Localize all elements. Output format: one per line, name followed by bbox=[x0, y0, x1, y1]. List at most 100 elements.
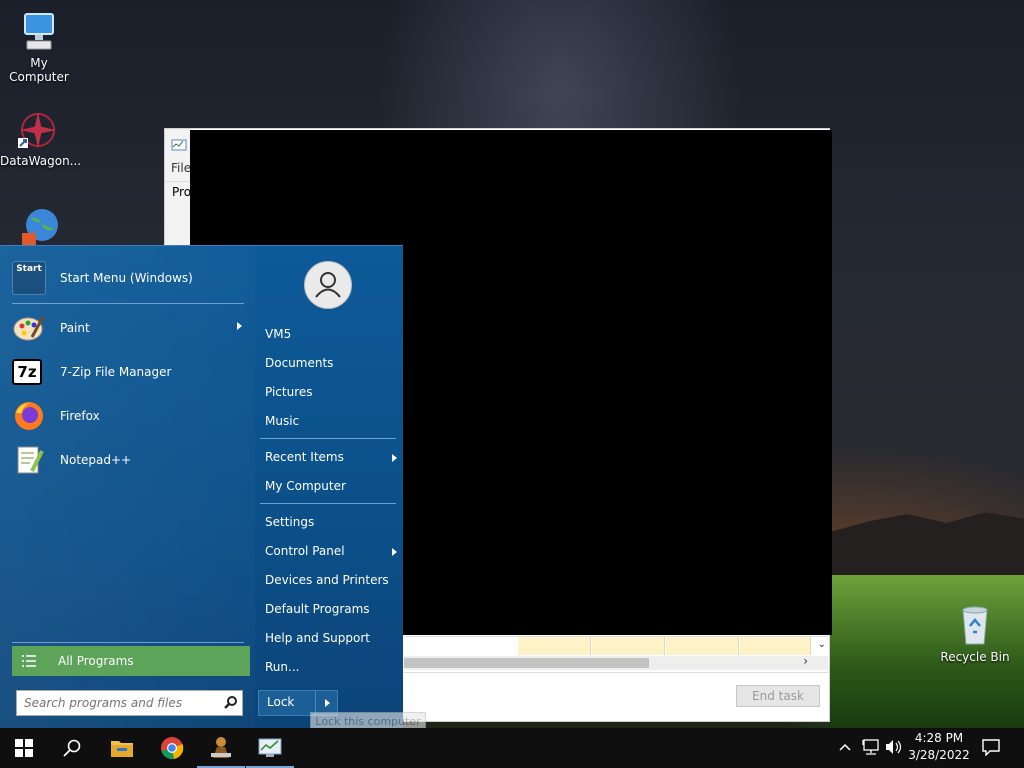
7zip-icon-text: 7z bbox=[17, 363, 37, 381]
list-icon bbox=[22, 655, 36, 667]
desktop-icon-recycle-bin[interactable]: Recycle Bin bbox=[937, 604, 1013, 664]
taskbar-search-button[interactable] bbox=[48, 728, 96, 768]
table-row[interactable]: ⌄ bbox=[404, 636, 828, 657]
start-button[interactable] bbox=[0, 728, 48, 768]
show-hidden-icons-button[interactable] bbox=[838, 740, 852, 757]
notification-icon bbox=[982, 739, 1000, 757]
table-cell bbox=[592, 637, 665, 655]
desktop-icon-label: Recycle Bin bbox=[940, 650, 1010, 664]
7zip-icon: 7z bbox=[12, 359, 42, 385]
submenu-arrow-icon bbox=[392, 548, 397, 556]
taskbar-file-explorer[interactable] bbox=[98, 728, 146, 768]
place-item-label: Control Panel bbox=[265, 544, 345, 558]
scrollbar-thumb[interactable] bbox=[404, 658, 649, 668]
place-item-pictures[interactable]: Pictures bbox=[265, 381, 395, 403]
task-manager-icon bbox=[258, 738, 282, 757]
menu-divider bbox=[165, 181, 191, 182]
taskbar-app[interactable] bbox=[197, 728, 245, 768]
desktop-icon-my-computer[interactable]: My Computer bbox=[1, 10, 77, 84]
separator bbox=[12, 303, 244, 304]
desktop-icon-globe-download[interactable] bbox=[0, 205, 76, 245]
place-item-documents[interactable]: Documents bbox=[265, 352, 395, 374]
recent-item-label: Paint bbox=[60, 321, 90, 335]
all-programs-label: All Programs bbox=[58, 654, 134, 668]
windows-start-icon bbox=[15, 739, 33, 757]
place-item-label: Recent Items bbox=[265, 450, 344, 464]
start-menu-programs-column: Start Start Menu (Windows) Paint 7z 7-Zi… bbox=[0, 246, 255, 729]
desktop-icon-label: DataWagon... bbox=[0, 154, 82, 168]
notifications-button[interactable] bbox=[982, 738, 1000, 759]
scroll-down-icon[interactable]: ⌄ bbox=[818, 639, 826, 650]
start-menu: Start Start Menu (Windows) Paint 7z 7-Zi… bbox=[0, 245, 403, 729]
file-explorer-icon bbox=[111, 741, 133, 757]
separator bbox=[260, 438, 396, 439]
tab-processes[interactable]: Pro bbox=[172, 185, 191, 199]
submenu-arrow-icon bbox=[237, 322, 242, 330]
search-icon bbox=[63, 739, 81, 757]
all-programs-button[interactable]: All Programs bbox=[12, 646, 250, 676]
desktop-icon-label: My Computer bbox=[9, 56, 69, 84]
volume-icon bbox=[886, 740, 902, 754]
user-icon bbox=[315, 272, 341, 298]
place-item-help-support[interactable]: Help and Support bbox=[265, 627, 395, 649]
recycle-bin-icon bbox=[962, 606, 988, 645]
separator bbox=[12, 642, 244, 643]
start-menu-places-column: VM5 Documents Pictures Music Recent Item… bbox=[255, 246, 403, 729]
chrome-icon bbox=[161, 737, 184, 760]
network-icon bbox=[862, 739, 879, 755]
taskbar-task-manager[interactable] bbox=[246, 728, 294, 768]
table-cell bbox=[740, 637, 811, 655]
recent-item-paint[interactable]: Paint bbox=[12, 308, 248, 348]
recent-item-7zip[interactable]: 7z 7-Zip File Manager bbox=[12, 352, 248, 392]
taskbar-chrome[interactable] bbox=[148, 728, 196, 768]
clock-date: 3/28/2022 bbox=[908, 748, 970, 762]
clock[interactable]: 4:28 PM 3/28/2022 bbox=[908, 730, 970, 764]
place-item-user[interactable]: VM5 bbox=[265, 323, 395, 345]
place-item-default-programs[interactable]: Default Programs bbox=[265, 598, 395, 620]
user-avatar[interactable] bbox=[304, 261, 352, 309]
recent-item-label: Firefox bbox=[60, 409, 100, 423]
menu-file[interactable]: File bbox=[171, 161, 191, 175]
place-item-devices-printers[interactable]: Devices and Printers bbox=[265, 569, 395, 591]
place-item-run[interactable]: Run... bbox=[265, 656, 395, 678]
place-item-settings[interactable]: Settings bbox=[265, 511, 395, 533]
start-icon-text: Start bbox=[16, 264, 42, 274]
horizontal-scrollbar[interactable]: › bbox=[404, 654, 828, 670]
datawagon-icon bbox=[18, 112, 56, 148]
end-task-button[interactable]: End task bbox=[736, 685, 820, 707]
app-icon bbox=[211, 737, 231, 758]
place-item-music[interactable]: Music bbox=[265, 410, 395, 432]
desktop-icon-datawagon[interactable]: DataWagon... bbox=[0, 108, 81, 168]
table-cell bbox=[518, 637, 591, 655]
start-menu-icon: Start bbox=[12, 261, 46, 295]
volume-tray-button[interactable] bbox=[885, 739, 903, 758]
task-manager-window-icon bbox=[171, 139, 187, 151]
notepadpp-icon bbox=[17, 446, 44, 474]
network-tray-button[interactable] bbox=[862, 739, 880, 758]
lock-options-arrow-icon[interactable] bbox=[325, 699, 330, 707]
lock-label: Lock bbox=[267, 695, 295, 709]
taskbar: 4:28 PM 3/28/2022 bbox=[0, 728, 1024, 768]
separator bbox=[260, 503, 396, 504]
place-item-my-computer[interactable]: My Computer bbox=[265, 475, 395, 497]
search-box[interactable] bbox=[16, 690, 243, 716]
search-icon[interactable] bbox=[224, 696, 237, 709]
scroll-right-icon[interactable]: › bbox=[803, 654, 808, 668]
table-cell bbox=[666, 637, 739, 655]
place-item-control-panel[interactable]: Control Panel bbox=[265, 540, 397, 562]
recent-item-notepadpp[interactable]: Notepad++ bbox=[12, 440, 248, 480]
search-input[interactable] bbox=[17, 691, 216, 715]
pinned-item-start-menu[interactable]: Start Start Menu (Windows) bbox=[12, 258, 248, 298]
recent-item-firefox[interactable]: Firefox bbox=[12, 396, 248, 436]
recent-item-label: 7-Zip File Manager bbox=[60, 365, 172, 379]
computer-icon bbox=[24, 13, 54, 50]
paint-icon bbox=[13, 316, 45, 341]
submenu-arrow-icon bbox=[392, 454, 397, 462]
globe-download-icon bbox=[22, 209, 58, 245]
window-left-strip: File Pro bbox=[165, 129, 191, 249]
recent-item-label: Notepad++ bbox=[60, 453, 132, 467]
clock-time: 4:28 PM bbox=[914, 731, 964, 745]
firefox-icon bbox=[15, 402, 43, 430]
chevron-up-icon bbox=[839, 743, 851, 751]
place-item-recent-items[interactable]: Recent Items bbox=[265, 446, 397, 468]
